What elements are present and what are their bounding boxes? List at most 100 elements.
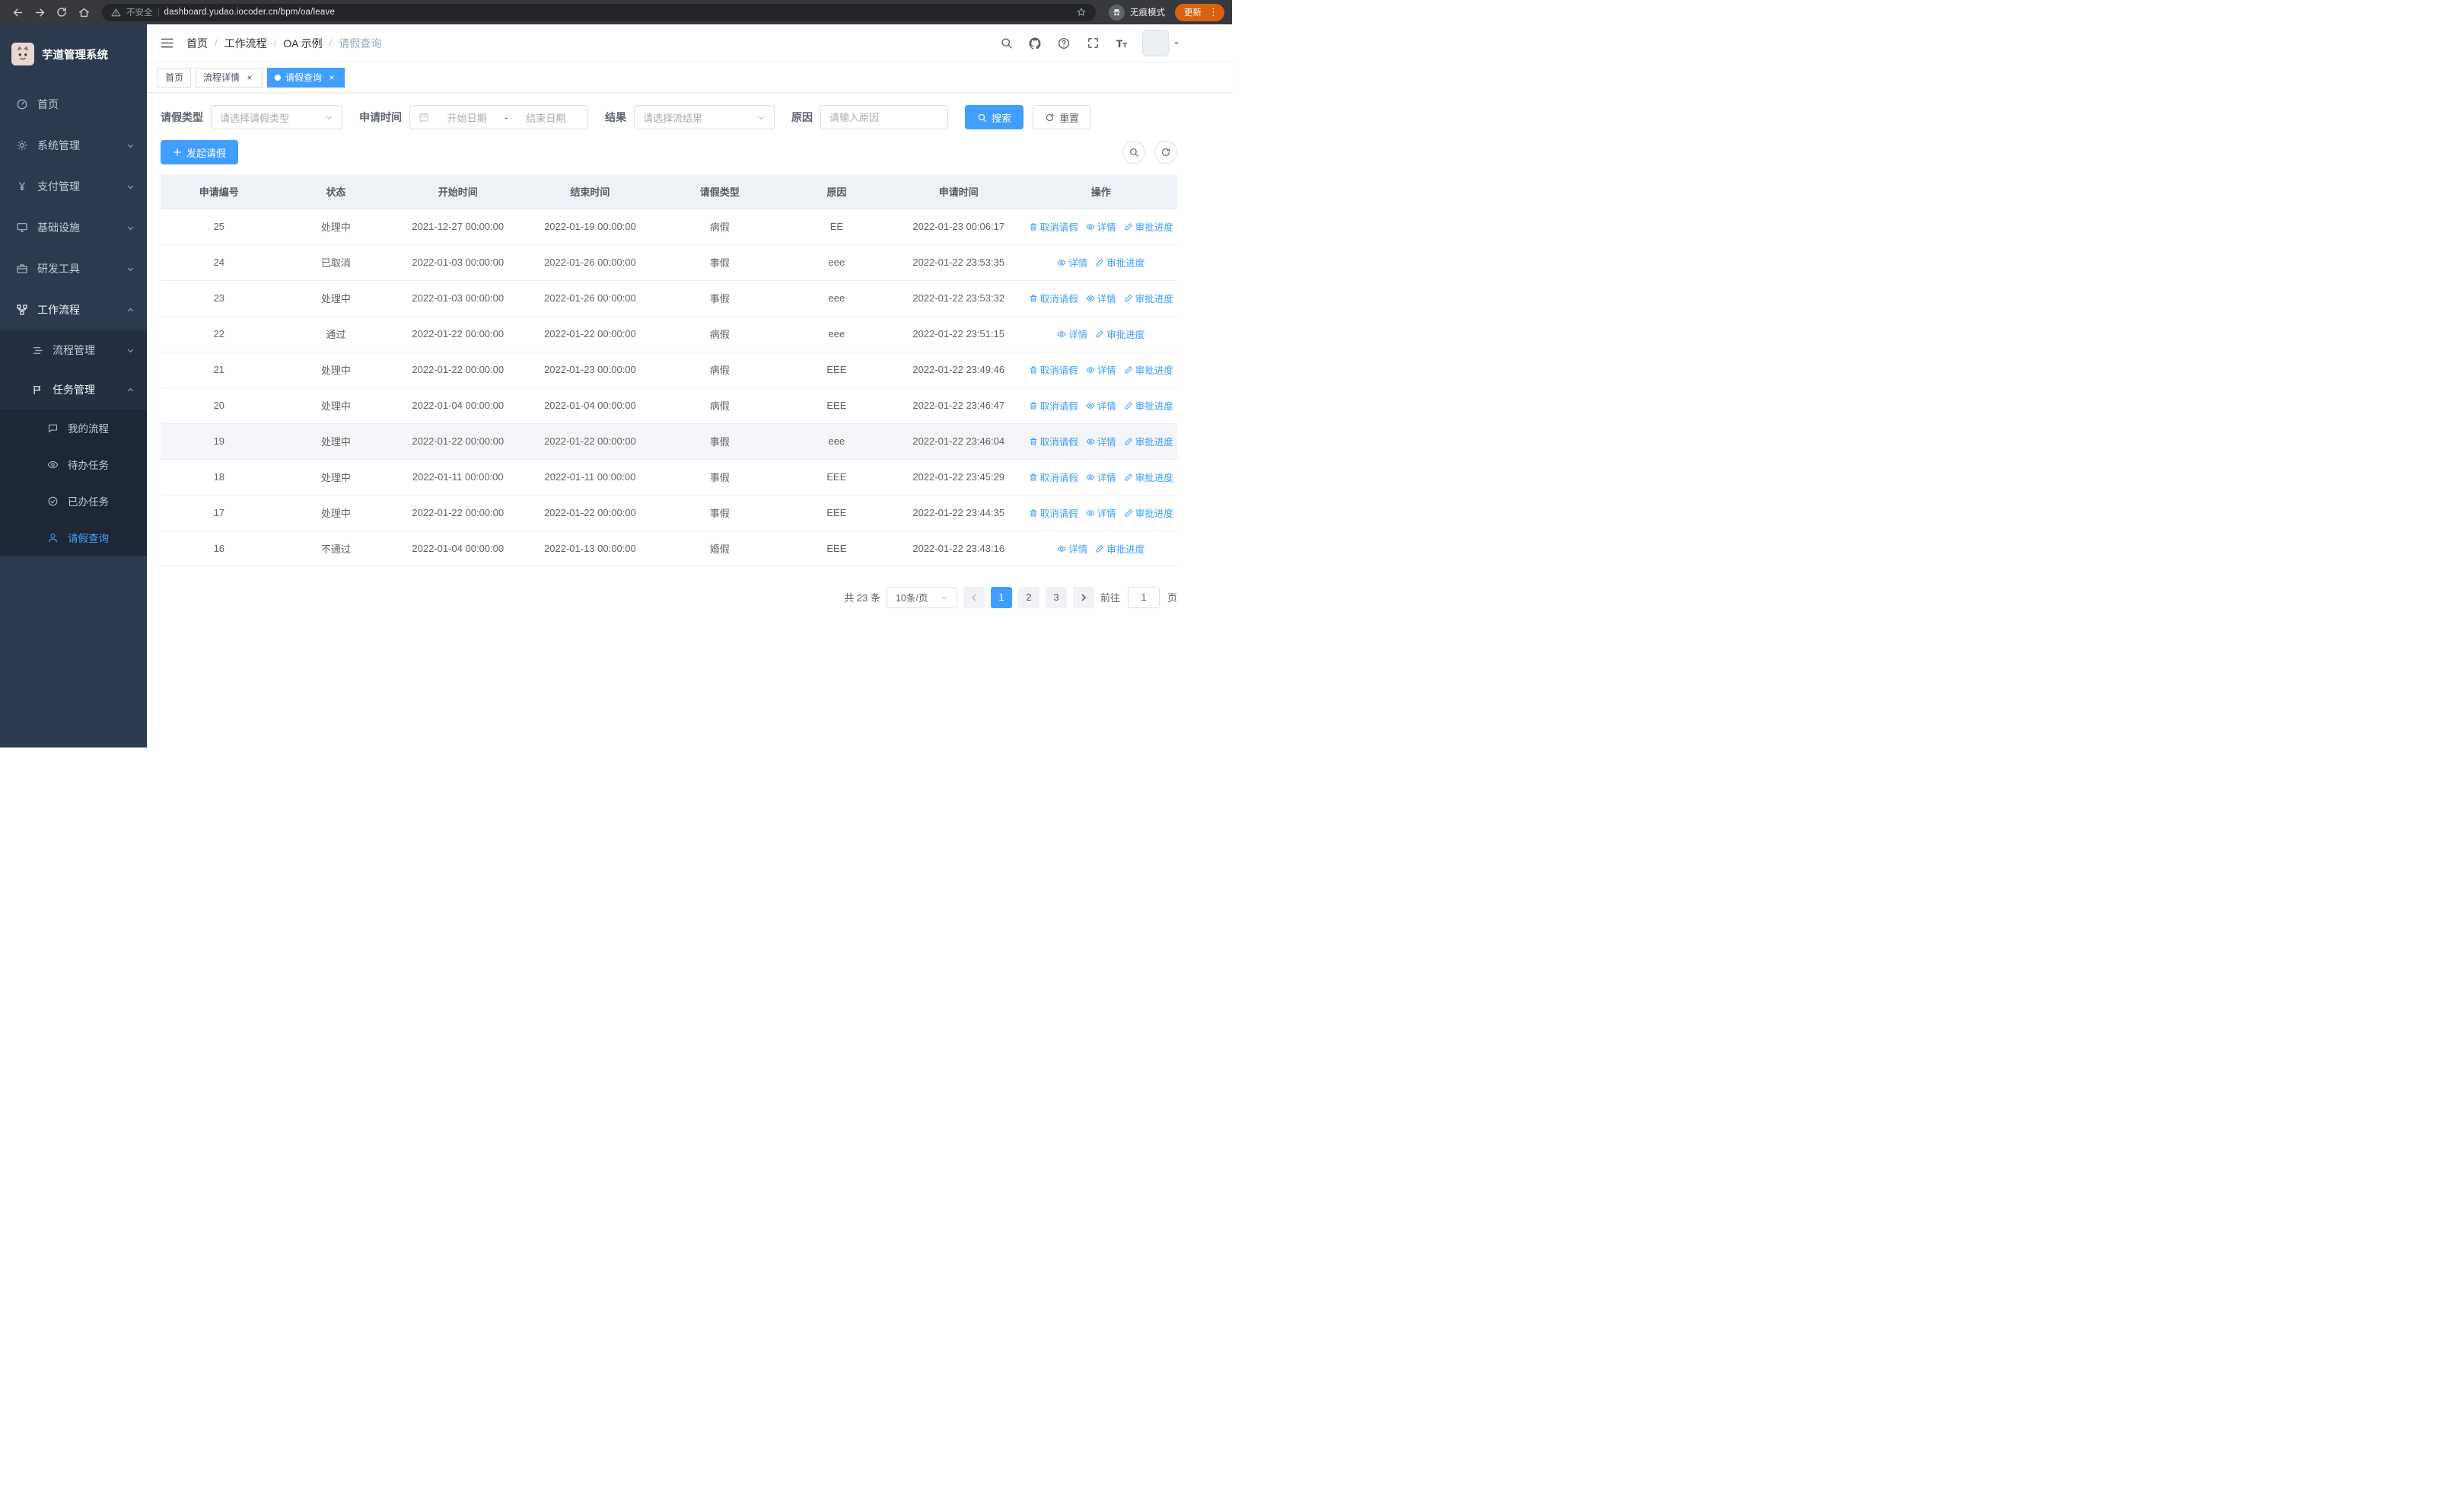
sidebar-collapse-icon[interactable] (147, 24, 186, 62)
sidebar-item-system-management[interactable]: 系统管理 (0, 125, 147, 166)
result-select[interactable]: 请选择流结果 (634, 105, 775, 129)
cell-ops: 取消请假 详情 审批进度 (1024, 209, 1177, 245)
edit-icon (1095, 258, 1104, 267)
sidebar-item-infrastructure[interactable]: 基础设施 (0, 207, 147, 248)
menu-kebab-icon[interactable]: ⋮ (1206, 6, 1221, 18)
op-cancel-link[interactable]: 取消请假 (1029, 219, 1078, 234)
op-detail-link[interactable]: 详情 (1057, 327, 1087, 341)
url-text[interactable]: dashboard.yudao.iocoder.cn/bpm/oa/leave (164, 8, 336, 17)
user-avatar[interactable] (1142, 30, 1180, 56)
tab-process-detail[interactable]: 流程详情 × (196, 67, 263, 88)
warning-icon (111, 8, 121, 18)
sidebar-item-done-tasks[interactable]: 已办任务 (0, 483, 147, 519)
search-button[interactable]: 搜索 (965, 105, 1024, 129)
reload-icon[interactable] (52, 2, 72, 22)
page-button-3[interactable]: 3 (1045, 586, 1067, 608)
op-detail-link[interactable]: 详情 (1086, 505, 1116, 520)
close-icon[interactable]: × (244, 72, 255, 83)
op-detail-link[interactable]: 详情 (1086, 362, 1116, 377)
op-detail-link[interactable]: 详情 (1086, 291, 1116, 305)
breadcrumb-item[interactable]: OA 示例 (283, 36, 322, 51)
column-header: 开始时间 (394, 175, 522, 209)
page-size-select[interactable]: 10条/页 (886, 586, 957, 608)
prev-page-button[interactable] (963, 586, 985, 608)
refresh-table-button[interactable] (1154, 141, 1177, 164)
op-progress-link[interactable]: 审批进度 (1124, 470, 1173, 484)
op-progress-link[interactable]: 审批进度 (1124, 505, 1173, 520)
cell-status: 处理中 (277, 280, 395, 317)
tab-home[interactable]: 首页 (158, 67, 192, 88)
search-icon[interactable] (992, 24, 1020, 62)
op-progress-link[interactable]: 审批进度 (1124, 362, 1173, 377)
tab-leave-query[interactable]: 请假查询 × (267, 67, 345, 88)
sidebar-item-workflow[interactable]: 工作流程 (0, 289, 147, 330)
fullscreen-icon[interactable] (1078, 24, 1107, 62)
cell-id: 20 (161, 387, 278, 424)
cell-status: 处理中 (277, 459, 395, 496)
cell-end: 2022-01-23 00:00:00 (521, 352, 659, 388)
leave-type-select[interactable]: 请选择请假类型 (211, 105, 342, 129)
op-progress-link[interactable]: 审批进度 (1095, 541, 1144, 556)
back-icon[interactable] (8, 2, 27, 22)
op-cancel-link[interactable]: 取消请假 (1029, 362, 1078, 377)
sidebar-item-my-processes[interactable]: 我的流程 (0, 410, 147, 446)
forward-icon[interactable] (30, 2, 49, 22)
cell-start: 2022-01-03 00:00:00 (394, 244, 522, 281)
sidebar-item-dev-tools[interactable]: 研发工具 (0, 248, 147, 289)
op-detail-link[interactable]: 详情 (1057, 255, 1087, 269)
font-size-icon[interactable] (1107, 24, 1136, 62)
op-progress-link[interactable]: 审批进度 (1095, 327, 1144, 341)
incognito-label: 无痕模式 (1130, 8, 1165, 18)
op-progress-link[interactable]: 审批进度 (1095, 255, 1144, 269)
edit-icon (1124, 401, 1133, 410)
toggle-search-button[interactable] (1122, 141, 1145, 164)
help-icon[interactable] (1049, 24, 1078, 62)
op-progress-link[interactable]: 审批进度 (1124, 398, 1173, 413)
sidebar-item-home[interactable]: 首页 (0, 84, 147, 125)
sidebar-item-payment-management[interactable]: 支付管理 (0, 166, 147, 207)
reset-button[interactable]: 重置 (1033, 105, 1092, 129)
op-cancel-link[interactable]: 取消请假 (1029, 470, 1078, 484)
cell-start: 2022-01-03 00:00:00 (394, 280, 522, 317)
sidebar-item-todo-tasks[interactable]: 待办任务 (0, 446, 147, 483)
breadcrumb-item[interactable]: 工作流程 (224, 36, 267, 51)
goto-page-input[interactable] (1127, 586, 1160, 608)
apply-time-range-picker[interactable]: 开始日期 - 结束日期 (409, 105, 588, 129)
update-button[interactable]: 更新 ⋮ (1175, 3, 1224, 21)
delete-icon (1029, 508, 1038, 518)
op-detail-link[interactable]: 详情 (1086, 398, 1116, 413)
op-cancel-link[interactable]: 取消请假 (1029, 291, 1078, 305)
op-progress-link[interactable]: 审批进度 (1124, 219, 1173, 234)
op-detail-link[interactable]: 详情 (1086, 470, 1116, 484)
eye-icon (1086, 473, 1095, 482)
address-bar[interactable]: 不安全 dashboard.yudao.iocoder.cn/bpm/oa/le… (102, 3, 1096, 21)
sidebar-item-task-management[interactable]: 任务管理 (0, 370, 147, 410)
chevron-down-icon (325, 113, 333, 122)
create-leave-button[interactable]: 发起请假 (161, 140, 239, 164)
op-cancel-link[interactable]: 取消请假 (1029, 505, 1078, 520)
reason-input[interactable] (820, 105, 948, 129)
op-cancel-link[interactable]: 取消请假 (1029, 398, 1078, 413)
home-icon[interactable] (74, 2, 94, 22)
op-detail-link[interactable]: 详情 (1086, 219, 1116, 234)
cell-end: 2022-01-22 00:00:00 (521, 495, 659, 531)
page-button-2[interactable]: 2 (1017, 586, 1039, 608)
page-button-1[interactable]: 1 (990, 586, 1012, 608)
chevron-down-icon (126, 183, 135, 191)
op-detail-link[interactable]: 详情 (1057, 541, 1087, 556)
op-progress-link[interactable]: 审批进度 (1124, 291, 1173, 305)
breadcrumb-item[interactable]: 首页 (186, 36, 208, 51)
page-size-value: 10条/页 (895, 593, 928, 604)
cell-reason: eee (780, 316, 893, 352)
op-detail-link[interactable]: 详情 (1086, 434, 1116, 448)
sidebar-item-leave-query[interactable]: 请假查询 (0, 519, 147, 556)
close-icon[interactable]: × (326, 72, 337, 83)
op-progress-link[interactable]: 审批进度 (1124, 434, 1173, 448)
security-label[interactable]: 不安全 (126, 6, 153, 18)
bookmark-star-icon[interactable] (1076, 7, 1087, 18)
github-icon[interactable] (1020, 24, 1049, 62)
op-cancel-link[interactable]: 取消请假 (1029, 434, 1078, 448)
tab-label: 首页 (165, 72, 184, 83)
next-page-button[interactable] (1072, 586, 1094, 608)
sidebar-item-process-management[interactable]: 流程管理 (0, 330, 147, 370)
